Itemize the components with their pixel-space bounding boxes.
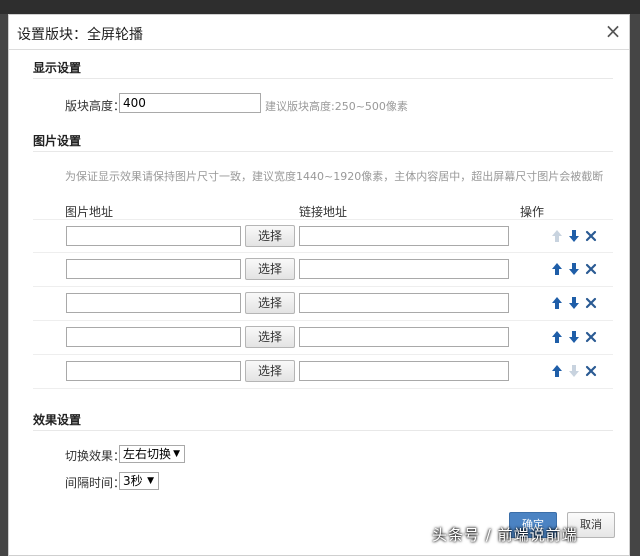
choose-image-button[interactable]: 选择 bbox=[245, 326, 295, 348]
image-url-input[interactable] bbox=[66, 259, 241, 279]
display-divider bbox=[33, 78, 613, 79]
delete-x-icon[interactable] bbox=[585, 229, 597, 243]
arrow-up-icon[interactable] bbox=[551, 364, 563, 378]
delete-x-icon[interactable] bbox=[585, 330, 597, 344]
col-header-image: 图片地址 bbox=[65, 205, 114, 219]
choose-image-button[interactable]: 选择 bbox=[245, 258, 295, 280]
images-divider bbox=[33, 151, 613, 152]
link-url-input[interactable] bbox=[299, 327, 509, 347]
close-icon[interactable]: × bbox=[603, 21, 623, 41]
images-note: 为保证显示效果请保持图片尺寸一致，建议宽度1440~1920像素，主体内容居中，… bbox=[65, 170, 604, 183]
link-url-input[interactable] bbox=[299, 361, 509, 381]
row-operations bbox=[551, 296, 597, 310]
chevron-down-icon: ▼ bbox=[173, 449, 180, 459]
image-row: 选择 bbox=[33, 321, 613, 355]
arrow-up-icon[interactable] bbox=[551, 330, 563, 344]
image-row: 选择 bbox=[33, 253, 613, 287]
watermark: 头条号 / 前端说前端 bbox=[432, 526, 578, 544]
col-header-ops: 操作 bbox=[520, 205, 545, 219]
arrow-up-icon[interactable] bbox=[551, 262, 563, 276]
effect-section-title: 效果设置 bbox=[33, 413, 82, 427]
switch-effect-select[interactable]: 左右切换 ▼ bbox=[119, 445, 185, 463]
link-url-input[interactable] bbox=[299, 226, 509, 246]
switch-effect-label: 切换效果： bbox=[65, 449, 126, 463]
image-row: 选择 bbox=[33, 219, 613, 253]
arrow-up-icon bbox=[551, 229, 563, 243]
link-url-input[interactable] bbox=[299, 259, 509, 279]
interval-value: 3秒 bbox=[123, 474, 143, 488]
arrow-down-icon[interactable] bbox=[568, 229, 580, 243]
arrow-down-icon[interactable] bbox=[568, 296, 580, 310]
choose-image-button[interactable]: 选择 bbox=[245, 292, 295, 314]
col-header-link: 链接地址 bbox=[299, 205, 348, 219]
delete-x-icon[interactable] bbox=[585, 296, 597, 310]
height-hint: 建议版块高度:250~500像素 bbox=[265, 100, 408, 113]
row-operations bbox=[551, 229, 597, 243]
display-section-title: 显示设置 bbox=[33, 61, 82, 75]
backdrop-strip bbox=[0, 0, 640, 14]
chevron-down-icon: ▼ bbox=[147, 476, 154, 486]
dialog-titlebar: 设置版块：全屏轮播 × bbox=[9, 15, 629, 50]
height-input[interactable] bbox=[119, 93, 261, 113]
image-row: 选择 bbox=[33, 355, 613, 389]
interval-select[interactable]: 3秒 ▼ bbox=[119, 472, 159, 490]
interval-label: 间隔时间： bbox=[65, 476, 126, 490]
row-operations bbox=[551, 330, 597, 344]
image-url-input[interactable] bbox=[66, 327, 241, 347]
choose-image-button[interactable]: 选择 bbox=[245, 360, 295, 382]
link-url-input[interactable] bbox=[299, 293, 509, 313]
row-operations bbox=[551, 364, 597, 378]
dialog-title: 设置版块：全屏轮播 bbox=[17, 27, 143, 43]
image-url-input[interactable] bbox=[66, 293, 241, 313]
effect-divider bbox=[33, 430, 613, 431]
arrow-down-icon[interactable] bbox=[568, 262, 580, 276]
delete-x-icon[interactable] bbox=[585, 262, 597, 276]
image-row: 选择 bbox=[33, 287, 613, 321]
arrow-up-icon[interactable] bbox=[551, 296, 563, 310]
arrow-down-icon bbox=[568, 364, 580, 378]
delete-x-icon[interactable] bbox=[585, 364, 597, 378]
images-section-title: 图片设置 bbox=[33, 134, 82, 148]
height-label: 版块高度： bbox=[65, 99, 126, 113]
row-operations bbox=[551, 262, 597, 276]
switch-effect-value: 左右切换 bbox=[123, 447, 172, 461]
choose-image-button[interactable]: 选择 bbox=[245, 225, 295, 247]
image-url-input[interactable] bbox=[66, 361, 241, 381]
settings-dialog: 设置版块：全屏轮播 × 显示设置 版块高度： 建议版块高度:250~500像素 … bbox=[8, 14, 630, 556]
arrow-down-icon[interactable] bbox=[568, 330, 580, 344]
image-url-input[interactable] bbox=[66, 226, 241, 246]
